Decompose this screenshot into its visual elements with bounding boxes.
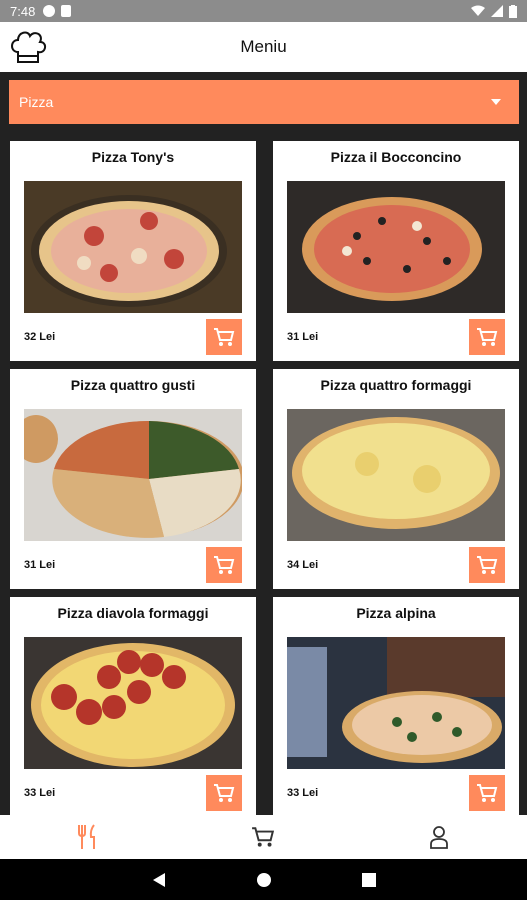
cart-icon xyxy=(214,784,235,802)
product-name: Pizza il Bocconcino xyxy=(330,149,462,165)
add-to-cart-button[interactable] xyxy=(206,319,242,355)
cart-icon xyxy=(477,556,498,574)
app-bar: Meniu xyxy=(0,22,527,72)
battery-icon xyxy=(509,4,517,18)
add-to-cart-button[interactable] xyxy=(469,319,505,355)
product-card[interactable]: Pizza Tony's 32 Lei xyxy=(10,141,256,361)
add-to-cart-button[interactable] xyxy=(206,547,242,583)
status-bar: 7:48 xyxy=(0,0,527,22)
notification-icon xyxy=(43,5,56,17)
product-price: 34 Lei xyxy=(287,559,319,571)
product-name: Pizza quattro gusti xyxy=(70,377,196,393)
product-card[interactable]: Pizza quattro gusti 31 Lei xyxy=(10,369,256,589)
product-price: 31 Lei xyxy=(287,331,319,343)
product-price: 33 Lei xyxy=(24,787,56,799)
recents-icon[interactable] xyxy=(361,872,376,887)
product-price: 33 Lei xyxy=(287,787,319,799)
product-card[interactable]: Pizza il Bocconcino 31 Lei xyxy=(273,141,519,361)
signal-icon xyxy=(491,5,503,17)
pizza-photo xyxy=(287,181,505,313)
add-to-cart-button[interactable] xyxy=(469,547,505,583)
cart-icon xyxy=(477,328,498,346)
nav-cart[interactable] xyxy=(233,815,293,859)
add-to-cart-button[interactable] xyxy=(469,775,505,811)
back-icon[interactable] xyxy=(152,872,166,888)
status-time: 7:48 xyxy=(10,3,36,19)
cart-icon xyxy=(252,827,275,847)
chef-hat-icon[interactable] xyxy=(8,28,48,66)
pizza-photo xyxy=(24,181,242,313)
product-card[interactable]: Pizza diavola formaggi 33 Lei xyxy=(10,597,256,817)
product-name: Pizza alpina xyxy=(356,605,436,621)
sim-icon xyxy=(61,5,72,17)
cart-icon xyxy=(477,784,498,802)
product-card[interactable]: Pizza alpina 33 Lei xyxy=(273,597,519,817)
pizza-photo xyxy=(24,409,242,541)
pizza-photo xyxy=(24,637,242,769)
fork-knife-icon xyxy=(77,824,95,849)
nav-menu[interactable] xyxy=(58,815,118,859)
cart-icon xyxy=(214,556,235,574)
chevron-down-icon xyxy=(491,99,501,105)
nav-profile[interactable] xyxy=(409,815,469,859)
bottom-nav xyxy=(0,815,527,859)
product-price: 31 Lei xyxy=(24,559,56,571)
product-card[interactable]: Pizza quattro formaggi 34 Lei xyxy=(273,369,519,589)
pizza-photo xyxy=(287,409,505,541)
category-select[interactable]: Pizza xyxy=(9,80,519,124)
home-icon[interactable] xyxy=(256,872,272,888)
add-to-cart-button[interactable] xyxy=(206,775,242,811)
product-name: Pizza Tony's xyxy=(91,149,175,165)
product-name: Pizza diavola formaggi xyxy=(57,605,209,621)
user-icon xyxy=(430,826,449,849)
product-name: Pizza quattro formaggi xyxy=(320,377,472,393)
system-nav-bar xyxy=(0,859,527,900)
category-select-value: Pizza xyxy=(19,94,54,110)
product-price: 32 Lei xyxy=(24,331,56,343)
wifi-icon xyxy=(471,5,485,16)
page-title: Meniu xyxy=(240,37,287,56)
cart-icon xyxy=(214,328,235,346)
pizza-photo xyxy=(287,637,505,769)
